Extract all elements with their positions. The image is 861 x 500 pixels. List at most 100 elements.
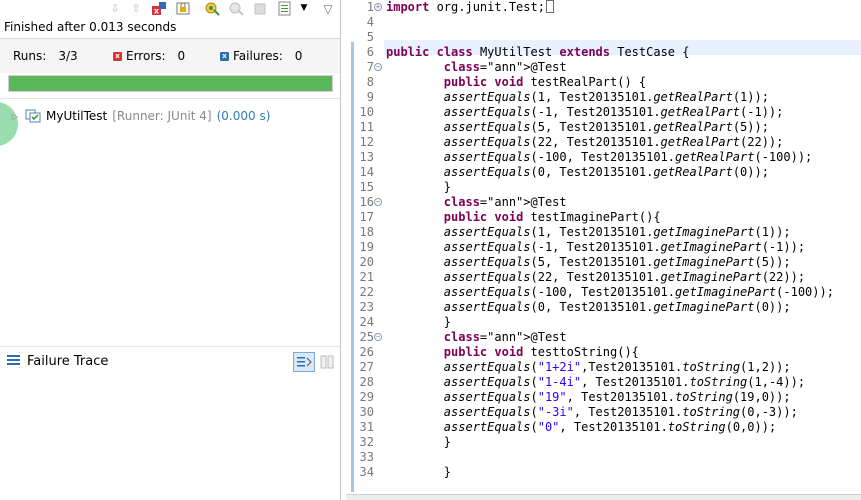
fold-collapse-icon[interactable]: − xyxy=(374,198,382,206)
previous-failure-icon[interactable]: ⇧ xyxy=(128,1,144,16)
code-line[interactable]: 10 assertEquals(-1, Test20135101.getReal… xyxy=(346,105,861,120)
code-text: } xyxy=(386,315,452,329)
history-icon[interactable] xyxy=(277,1,293,16)
line-number: 22 xyxy=(359,285,374,299)
code-line[interactable]: 28 assertEquals("1-4i", Test20135101.toS… xyxy=(346,375,861,390)
errors-counter: x Errors: 0 xyxy=(113,49,185,63)
fold-expand-icon[interactable]: + xyxy=(374,3,382,11)
code-line[interactable]: 8 public void testRealPart() { xyxy=(346,75,861,90)
line-number: 20 xyxy=(359,255,374,269)
line-number: 14 xyxy=(359,165,374,179)
next-failure-icon[interactable]: ⇩ xyxy=(107,1,123,16)
code-line[interactable]: 4 xyxy=(346,15,861,30)
code-line[interactable]: 19 assertEquals(-1, Test20135101.getImag… xyxy=(346,240,861,255)
line-number: 8 xyxy=(366,75,374,89)
code-text: assertEquals("1+2i",Test20135101.toStrin… xyxy=(443,360,791,374)
code-line[interactable]: 7− class="ann">@Test xyxy=(346,60,861,75)
code-line[interactable]: 14 assertEquals(0, Test20135101.getRealP… xyxy=(346,165,861,180)
code-line[interactable]: 22 assertEquals(-100, Test20135101.getIm… xyxy=(346,285,861,300)
code-text: assertEquals(-100, Test20135101.getRealP… xyxy=(443,150,813,164)
code-line[interactable]: 29 assertEquals("19", Test20135101.toStr… xyxy=(346,390,861,405)
code-line[interactable]: 27 assertEquals("1+2i",Test20135101.toSt… xyxy=(346,360,861,375)
failure-trace-title: Failure Trace xyxy=(27,354,109,369)
code-line[interactable]: 24 } xyxy=(346,315,861,330)
code-text: class="ann">@Test xyxy=(443,195,567,209)
code-line[interactable]: 18 assertEquals(1, Test20135101.getImagi… xyxy=(346,225,861,240)
line-number: 16 xyxy=(359,195,374,209)
code-line[interactable]: 31 assertEquals("0", Test20135101.toStri… xyxy=(346,420,861,435)
view-menu-icon[interactable]: ▽ xyxy=(320,1,336,16)
code-line[interactable]: 30 assertEquals("-3i", Test20135101.toSt… xyxy=(346,405,861,420)
code-line[interactable]: 13 assertEquals(-100, Test20135101.getRe… xyxy=(346,150,861,165)
fold-collapse-icon[interactable]: − xyxy=(374,63,382,71)
code-text: assertEquals(-1, Test20135101.getImagine… xyxy=(443,240,806,254)
test-tree-item[interactable]: ▷ MyUtilTest [Runner: JUnit 4] (0.000 s) xyxy=(0,107,270,125)
code-line[interactable]: 33 xyxy=(346,450,861,465)
rerun-icon[interactable] xyxy=(204,1,220,16)
run-status-text: Finished after 0.013 seconds xyxy=(4,20,177,34)
code-line[interactable]: 20 assertEquals(5, Test20135101.getImagi… xyxy=(346,255,861,270)
code-line[interactable]: 26 public void testtoString(){ xyxy=(346,345,861,360)
line-number: 6 xyxy=(366,45,374,59)
scroll-lock-icon[interactable] xyxy=(175,1,191,16)
code-line[interactable]: 21 assertEquals(22, Test20135101.getImag… xyxy=(346,270,861,285)
test-suite-icon xyxy=(25,109,41,123)
code-text: public void testtoString(){ xyxy=(443,345,639,359)
code-line[interactable]: 17 public void testImaginePart(){ xyxy=(346,210,861,225)
code-text: assertEquals("0", Test20135101.toString(… xyxy=(443,420,777,434)
line-number: 23 xyxy=(359,300,374,314)
code-text: import org.junit.Test; xyxy=(386,0,554,15)
show-failures-only-icon[interactable]: x xyxy=(151,1,167,16)
code-text: assertEquals(22, Test20135101.getImagine… xyxy=(443,270,806,284)
line-number: 19 xyxy=(359,240,374,254)
code-line[interactable]: 25− class="ann">@Test xyxy=(346,330,861,345)
line-number: 21 xyxy=(359,270,374,284)
code-line[interactable]: 1 + import org.junit.Test; xyxy=(346,0,861,15)
java-editor[interactable]: 1 + import org.junit.Test; 4 5 6 public class … xyxy=(346,0,861,500)
test-runner-label: [Runner: JUnit 4] xyxy=(112,109,212,123)
runs-counter: Runs: 3/3 xyxy=(13,49,78,63)
filter-stack-trace-button[interactable] xyxy=(293,352,315,372)
line-number: 17 xyxy=(359,210,374,224)
history-dropdown-icon[interactable]: ▼ xyxy=(296,1,312,16)
code-line[interactable]: 34 } xyxy=(346,465,861,480)
failures-value: 0 xyxy=(294,49,303,63)
progress-bar-fill xyxy=(9,76,332,91)
code-line[interactable]: 11 assertEquals(5, Test20135101.getRealP… xyxy=(346,120,861,135)
rerun-failed-icon[interactable] xyxy=(228,1,244,16)
line-number: 31 xyxy=(359,420,374,434)
code-line[interactable]: 12 assertEquals(22, Test20135101.getReal… xyxy=(346,135,861,150)
line-number: 18 xyxy=(359,225,374,239)
test-counters: Runs: 3/3 x Errors: 0 x Failures: 0 xyxy=(0,39,340,73)
text-cursor xyxy=(545,0,554,13)
line-number: 5 xyxy=(366,30,374,44)
code-line[interactable]: 5 xyxy=(346,30,861,45)
line-number: 28 xyxy=(359,375,374,389)
code-text: assertEquals(1, Test20135101.getImagineP… xyxy=(443,225,791,239)
code-text: assertEquals("-3i", Test20135101.toStrin… xyxy=(443,405,798,419)
stop-icon[interactable] xyxy=(252,1,268,16)
runs-label: Runs: xyxy=(13,49,47,63)
line-number: 32 xyxy=(359,435,374,449)
fold-collapse-icon[interactable]: − xyxy=(374,333,382,341)
code-line[interactable]: 16− class="ann">@Test xyxy=(346,195,861,210)
code-line[interactable]: 6 public class MyUtilTest extends TestCas… xyxy=(346,45,861,60)
code-text: } xyxy=(386,435,452,449)
progress-bar xyxy=(8,75,333,92)
code-text: public class MyUtilTest extends TestCase… xyxy=(386,45,690,59)
code-line[interactable]: 23 assertEquals(0, Test20135101.getImagi… xyxy=(346,300,861,315)
line-number: 13 xyxy=(359,150,374,164)
code-text: public void testImaginePart(){ xyxy=(443,210,661,224)
line-number: 33 xyxy=(359,450,374,464)
code-line[interactable]: 9 assertEquals(1, Test20135101.getRealPa… xyxy=(346,90,861,105)
failure-trace-header: Failure Trace xyxy=(0,346,340,376)
line-number: 30 xyxy=(359,405,374,419)
line-number: 24 xyxy=(359,315,374,329)
code-line[interactable]: 32 } xyxy=(346,435,861,450)
compare-results-icon[interactable] xyxy=(318,353,336,371)
line-number: 29 xyxy=(359,390,374,404)
junit-toolbar: ⇩ ⇧ x ▼ ▽ xyxy=(0,0,341,18)
code-text: assertEquals("1-4i", Test20135101.toStri… xyxy=(443,375,806,389)
expand-arrow-icon[interactable]: ▷ xyxy=(10,112,20,121)
code-line[interactable]: 15 } xyxy=(346,180,861,195)
